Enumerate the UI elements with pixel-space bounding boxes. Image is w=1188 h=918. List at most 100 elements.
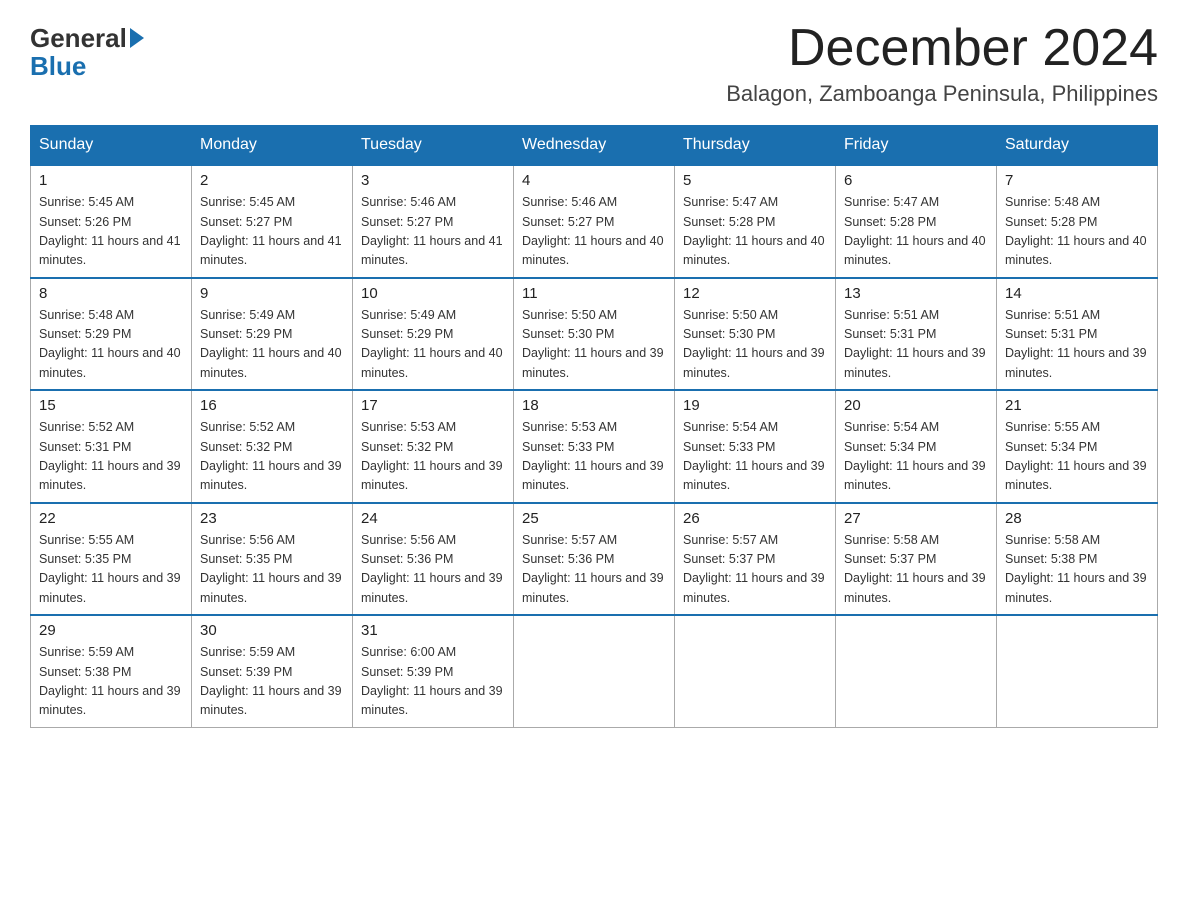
week-row-5: 29 Sunrise: 5:59 AMSunset: 5:38 PMDayligh… [31, 615, 1158, 727]
day-info: Sunrise: 5:53 AMSunset: 5:33 PMDaylight:… [522, 418, 666, 496]
day-info: Sunrise: 5:49 AMSunset: 5:29 PMDaylight:… [200, 306, 344, 384]
day-info: Sunrise: 5:47 AMSunset: 5:28 PMDaylight:… [683, 193, 827, 271]
day-info: Sunrise: 5:46 AMSunset: 5:27 PMDaylight:… [361, 193, 505, 271]
day-number: 12 [683, 285, 827, 302]
day-number: 5 [683, 172, 827, 189]
logo: General Blue [30, 20, 146, 82]
week-row-3: 15Sunrise: 5:52 AMSunset: 5:31 PMDayligh… [31, 390, 1158, 503]
calendar-cell: 6Sunrise: 5:47 AMSunset: 5:28 PMDaylight… [836, 165, 997, 278]
day-number: 31 [361, 622, 505, 639]
weekday-header-sunday: Sunday [31, 126, 192, 166]
calendar-cell: 1 Sunrise: 5:45 AMSunset: 5:26 PMDaylight… [31, 165, 192, 278]
day-number: 24 [361, 510, 505, 527]
calendar-cell: 23Sunrise: 5:56 AMSunset: 5:35 PMDayligh… [192, 503, 353, 616]
calendar-cell: 27 Sunrise: 5:58 AMSunset: 5:37 PMDayligh… [836, 503, 997, 616]
week-row-4: 22 Sunrise: 5:55 AMSunset: 5:35 PMDayligh… [31, 503, 1158, 616]
day-info: Sunrise: 5:55 AMSunset: 5:35 PMDaylight:… [39, 531, 183, 609]
calendar-cell: 19 Sunrise: 5:54 AMSunset: 5:33 PMDayligh… [675, 390, 836, 503]
day-number: 14 [1005, 285, 1149, 302]
day-info: Sunrise: 5:50 AMSunset: 5:30 PMDaylight:… [522, 306, 666, 384]
day-info: Sunrise: 5:54 AMSunset: 5:33 PMDaylight:… [683, 418, 827, 496]
day-info: Sunrise: 5:51 AMSunset: 5:31 PMDaylight:… [1005, 306, 1149, 384]
day-number: 17 [361, 397, 505, 414]
day-info: Sunrise: 5:52 AMSunset: 5:31 PMDaylight:… [39, 418, 183, 496]
calendar-cell: 29 Sunrise: 5:59 AMSunset: 5:38 PMDayligh… [31, 615, 192, 727]
day-info: Sunrise: 5:59 AMSunset: 5:38 PMDaylight:… [39, 643, 183, 721]
day-info: Sunrise: 5:59 AMSunset: 5:39 PMDaylight:… [200, 643, 344, 721]
calendar-cell: 2Sunrise: 5:45 AMSunset: 5:27 PMDaylight… [192, 165, 353, 278]
day-info: Sunrise: 5:51 AMSunset: 5:31 PMDaylight:… [844, 306, 988, 384]
day-number: 9 [200, 285, 344, 302]
weekday-header-row: SundayMondayTuesdayWednesdayThursdayFrid… [31, 126, 1158, 166]
day-info: Sunrise: 5:45 AMSunset: 5:26 PMDaylight:… [39, 193, 183, 271]
day-number: 19 [683, 397, 827, 414]
calendar-cell: 26 Sunrise: 5:57 AMSunset: 5:37 PMDayligh… [675, 503, 836, 616]
day-info: Sunrise: 5:50 AMSunset: 5:30 PMDaylight:… [683, 306, 827, 384]
weekday-header-wednesday: Wednesday [514, 126, 675, 166]
day-info: Sunrise: 5:53 AMSunset: 5:32 PMDaylight:… [361, 418, 505, 496]
calendar-cell [675, 615, 836, 727]
calendar-cell: 25Sunrise: 5:57 AMSunset: 5:36 PMDayligh… [514, 503, 675, 616]
logo-arrow-icon [130, 28, 144, 48]
calendar-cell: 11 Sunrise: 5:50 AMSunset: 5:30 PMDayligh… [514, 278, 675, 391]
day-info: Sunrise: 5:48 AMSunset: 5:29 PMDaylight:… [39, 306, 183, 384]
week-row-1: 1 Sunrise: 5:45 AMSunset: 5:26 PMDaylight… [31, 165, 1158, 278]
calendar-cell: 5 Sunrise: 5:47 AMSunset: 5:28 PMDaylight… [675, 165, 836, 278]
month-title: December 2024 [726, 20, 1158, 77]
location-title: Balagon, Zamboanga Peninsula, Philippine… [726, 81, 1158, 107]
calendar-cell [836, 615, 997, 727]
calendar-cell: 17 Sunrise: 5:53 AMSunset: 5:32 PMDayligh… [353, 390, 514, 503]
day-info: Sunrise: 5:57 AMSunset: 5:37 PMDaylight:… [683, 531, 827, 609]
day-number: 3 [361, 172, 505, 189]
calendar-cell: 21Sunrise: 5:55 AMSunset: 5:34 PMDayligh… [997, 390, 1158, 503]
day-info: Sunrise: 6:00 AMSunset: 5:39 PMDaylight:… [361, 643, 505, 721]
day-number: 21 [1005, 397, 1149, 414]
calendar-cell: 30 Sunrise: 5:59 AMSunset: 5:39 PMDayligh… [192, 615, 353, 727]
calendar-table: SundayMondayTuesdayWednesdayThursdayFrid… [30, 125, 1158, 728]
day-info: Sunrise: 5:56 AMSunset: 5:36 PMDaylight:… [361, 531, 505, 609]
logo-general-text: General [30, 25, 127, 51]
day-number: 4 [522, 172, 666, 189]
calendar-cell: 15Sunrise: 5:52 AMSunset: 5:31 PMDayligh… [31, 390, 192, 503]
calendar-cell: 20 Sunrise: 5:54 AMSunset: 5:34 PMDayligh… [836, 390, 997, 503]
day-info: Sunrise: 5:47 AMSunset: 5:28 PMDaylight:… [844, 193, 988, 271]
calendar-cell: 10Sunrise: 5:49 AMSunset: 5:29 PMDayligh… [353, 278, 514, 391]
calendar-cell: 13 Sunrise: 5:51 AMSunset: 5:31 PMDayligh… [836, 278, 997, 391]
calendar-cell: 12 Sunrise: 5:50 AMSunset: 5:30 PMDayligh… [675, 278, 836, 391]
day-info: Sunrise: 5:46 AMSunset: 5:27 PMDaylight:… [522, 193, 666, 271]
day-number: 2 [200, 172, 344, 189]
day-number: 29 [39, 622, 183, 639]
calendar-cell: 7 Sunrise: 5:48 AMSunset: 5:28 PMDaylight… [997, 165, 1158, 278]
day-info: Sunrise: 5:48 AMSunset: 5:28 PMDaylight:… [1005, 193, 1149, 271]
day-info: Sunrise: 5:54 AMSunset: 5:34 PMDaylight:… [844, 418, 988, 496]
title-area: December 2024 Balagon, Zamboanga Peninsu… [726, 20, 1158, 107]
calendar-cell: 3 Sunrise: 5:46 AMSunset: 5:27 PMDaylight… [353, 165, 514, 278]
header: General Blue December 2024 Balagon, Zamb… [30, 20, 1158, 107]
calendar-cell: 9 Sunrise: 5:49 AMSunset: 5:29 PMDaylight… [192, 278, 353, 391]
calendar-cell: 8Sunrise: 5:48 AMSunset: 5:29 PMDaylight… [31, 278, 192, 391]
day-info: Sunrise: 5:58 AMSunset: 5:38 PMDaylight:… [1005, 531, 1149, 609]
day-number: 30 [200, 622, 344, 639]
day-number: 27 [844, 510, 988, 527]
day-number: 26 [683, 510, 827, 527]
weekday-header-saturday: Saturday [997, 126, 1158, 166]
week-row-2: 8Sunrise: 5:48 AMSunset: 5:29 PMDaylight… [31, 278, 1158, 391]
day-info: Sunrise: 5:57 AMSunset: 5:36 PMDaylight:… [522, 531, 666, 609]
calendar-cell: 31 Sunrise: 6:00 AMSunset: 5:39 PMDayligh… [353, 615, 514, 727]
calendar-cell: 28Sunrise: 5:58 AMSunset: 5:38 PMDayligh… [997, 503, 1158, 616]
day-info: Sunrise: 5:52 AMSunset: 5:32 PMDaylight:… [200, 418, 344, 496]
weekday-header-thursday: Thursday [675, 126, 836, 166]
day-info: Sunrise: 5:56 AMSunset: 5:35 PMDaylight:… [200, 531, 344, 609]
day-number: 20 [844, 397, 988, 414]
day-number: 22 [39, 510, 183, 527]
day-number: 11 [522, 285, 666, 302]
logo-blue-text: Blue [30, 51, 86, 81]
day-number: 13 [844, 285, 988, 302]
calendar-cell: 16Sunrise: 5:52 AMSunset: 5:32 PMDayligh… [192, 390, 353, 503]
calendar-cell: 4 Sunrise: 5:46 AMSunset: 5:27 PMDaylight… [514, 165, 675, 278]
day-number: 7 [1005, 172, 1149, 189]
day-number: 18 [522, 397, 666, 414]
day-info: Sunrise: 5:49 AMSunset: 5:29 PMDaylight:… [361, 306, 505, 384]
day-number: 1 [39, 172, 183, 189]
day-info: Sunrise: 5:58 AMSunset: 5:37 PMDaylight:… [844, 531, 988, 609]
